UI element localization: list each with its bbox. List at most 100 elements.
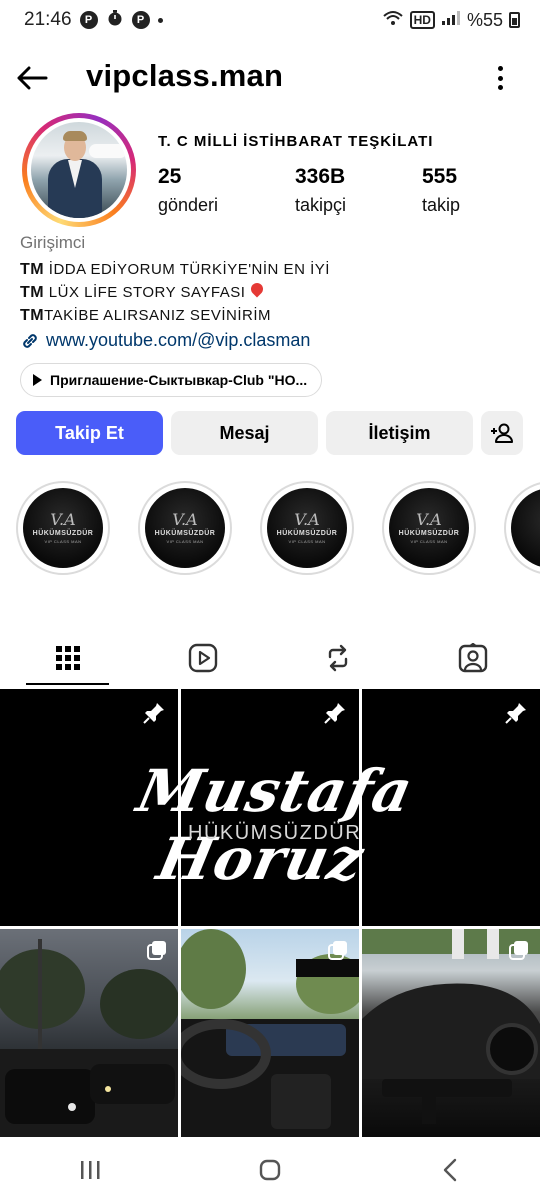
story-highlight[interactable]: V.A HÜKÜMSÜZDÜR VIP CLASS MAN	[260, 481, 354, 575]
contact-button[interactable]: İletişim	[326, 411, 473, 455]
system-navigation-bar	[0, 1140, 540, 1200]
post-tile[interactable]	[362, 929, 540, 1137]
highlight-title: HÜKÜMSÜZDÜR	[398, 530, 460, 537]
highlight-sub: VIP CLASS MAN	[166, 539, 204, 544]
stat-followers-value: 336B	[295, 165, 346, 188]
notification-dot-icon	[157, 17, 163, 23]
tagged-icon	[458, 643, 487, 673]
highlight-cover: YA	[511, 488, 540, 568]
profile-avatar[interactable]	[22, 113, 136, 227]
highlight-script: V.A	[50, 510, 76, 529]
pin-icon	[324, 703, 345, 724]
profile-music-title: Приглашение-Сыктывкар-Club "НО...	[50, 372, 308, 388]
bio-text: LÜX LİFE STORY SAYFASI	[44, 284, 246, 301]
stat-posts[interactable]: 25 gönderi	[158, 165, 218, 216]
profile-category: Girişimci	[20, 233, 86, 252]
pinterest-icon: P	[79, 11, 98, 29]
profile-link-text: www.youtube.com/@vip.clasman	[46, 330, 311, 350]
bio-text: İDDA EDİYORUM TÜRKİYE'NİN EN İYİ	[44, 261, 330, 278]
highlight-cover: V.A HÜKÜMSÜZDÜR VIP CLASS MAN	[389, 488, 469, 568]
multiple-photos-icon	[509, 941, 528, 960]
active-tab-indicator	[26, 683, 109, 685]
status-bar: 21:46 P P HD %55	[0, 0, 540, 40]
story-highlight[interactable]: V.A HÜKÜMSÜZDÜR VIP CLASS MAN	[138, 481, 232, 575]
tab-grid[interactable]	[0, 630, 135, 686]
chevron-left-icon	[443, 1158, 457, 1182]
grid-icon	[55, 646, 80, 670]
post-tile[interactable]	[181, 929, 359, 1137]
highlight-title: HÜKÜMSÜZDÜR	[154, 530, 216, 537]
story-highlight[interactable]: YA	[504, 481, 540, 575]
network-badge: HD	[409, 11, 435, 29]
system-back-button[interactable]	[420, 1150, 480, 1190]
stat-following-value: 555	[422, 165, 458, 188]
battery-percent: %55	[466, 9, 503, 30]
profile-full-name: T. C MİLLİ İSTİHBARAT TEŞKİLATI	[158, 133, 434, 150]
more-options-button[interactable]	[488, 62, 512, 94]
battery-icon	[509, 12, 520, 28]
profile-username: vipclass.man	[86, 58, 284, 93]
stat-following[interactable]: 555 takip	[422, 165, 460, 216]
bio-line: TMTAKİBE ALIRSANIZ SEVİNİRİM	[20, 307, 271, 325]
message-button[interactable]: Mesaj	[171, 411, 318, 455]
signal-icon	[441, 10, 461, 31]
link-icon	[23, 333, 37, 348]
wifi-icon	[382, 9, 404, 32]
back-button[interactable]	[14, 60, 50, 96]
highlight-sub: VIP CLASS MAN	[288, 539, 326, 544]
highlight-script: V.A	[294, 510, 320, 529]
post-tile[interactable]	[0, 929, 178, 1137]
highlight-overflow: YA	[504, 481, 540, 577]
avatar-photo	[31, 122, 127, 218]
highlight-cover: V.A HÜKÜMSÜZDÜR VIP CLASS MAN	[267, 488, 347, 568]
reposts-icon	[328, 644, 347, 672]
home-icon	[259, 1159, 281, 1181]
stat-posts-value: 25	[158, 165, 182, 188]
recent-apps-icon	[81, 1161, 100, 1179]
multiple-photos-icon	[147, 941, 166, 960]
bio-prefix: TM	[20, 261, 45, 278]
highlight-cover: V.A HÜKÜMSÜZDÜR VIP CLASS MAN	[23, 488, 103, 568]
status-time: 21:46	[24, 9, 72, 30]
profile-header: vipclass.man	[0, 50, 540, 106]
stat-following-label: takip	[422, 195, 461, 215]
highlight-title: HÜKÜMSÜZDÜR	[276, 530, 338, 537]
tab-reposts[interactable]	[270, 630, 405, 686]
tab-tagged[interactable]	[405, 630, 540, 686]
bio-prefix: TM	[20, 307, 45, 324]
map-pin-icon	[248, 280, 266, 298]
stat-posts-label: gönderi	[158, 195, 219, 215]
add-user-button[interactable]	[481, 411, 523, 455]
stat-followers-label: takipçi	[295, 195, 347, 215]
pin-icon	[505, 703, 526, 724]
reels-icon	[188, 643, 217, 673]
bio-line: TM LÜX LİFE STORY SAYFASI	[20, 280, 266, 302]
bio-line: TM İDDA EDİYORUM TÜRKİYE'NİN EN İYİ	[20, 261, 330, 279]
stopwatch-icon	[106, 9, 124, 32]
more-vertical-icon	[497, 66, 503, 71]
follow-button[interactable]: Takip Et	[16, 411, 163, 455]
story-highlight[interactable]: V.A HÜKÜMSÜZDÜR VIP CLASS MAN	[16, 481, 110, 575]
stat-followers[interactable]: 336B takipçi	[295, 165, 346, 216]
highlight-script: V.A	[416, 510, 442, 529]
story-highlight[interactable]: V.A HÜKÜMSÜZDÜR VIP CLASS MAN	[382, 481, 476, 575]
highlight-sub: VIP CLASS MAN	[44, 539, 82, 544]
pin-icon	[143, 703, 164, 724]
bio-prefix: TM	[20, 284, 45, 301]
tab-reels[interactable]	[135, 630, 270, 686]
multiple-photos-icon	[328, 941, 347, 960]
recent-apps-button[interactable]	[60, 1150, 120, 1190]
bio-text: TAKİBE ALIRSANIZ SEVİNİRİM	[44, 307, 272, 324]
highlight-script: V.A	[172, 510, 198, 529]
highlight-title: HÜKÜMSÜZDÜR	[32, 530, 94, 537]
highlight-cover: V.A HÜKÜMSÜZDÜR VIP CLASS MAN	[145, 488, 225, 568]
profile-music[interactable]: Приглашение-Сыктывкар-Club "НО...	[20, 363, 323, 397]
pinterest-icon: P	[131, 11, 150, 29]
profile-link[interactable]: www.youtube.com/@vip.clasman	[20, 330, 310, 351]
highlight-sub: VIP CLASS MAN	[410, 539, 448, 544]
play-icon	[33, 374, 42, 386]
banner-subtitle: HÜKÜMSÜZDÜR	[188, 822, 362, 844]
home-button[interactable]	[240, 1150, 300, 1190]
arrow-left-icon	[17, 66, 48, 90]
add-user-icon	[491, 423, 513, 443]
